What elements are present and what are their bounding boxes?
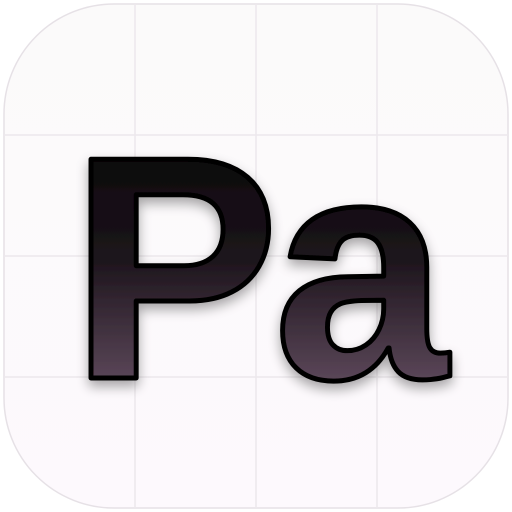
pa-glyph-text: Pa (70, 91, 450, 446)
app-icon: Pa (0, 0, 512, 512)
pa-glyph: Pa (68, 89, 459, 449)
app-icon-graphic: Pa (3, 3, 509, 509)
